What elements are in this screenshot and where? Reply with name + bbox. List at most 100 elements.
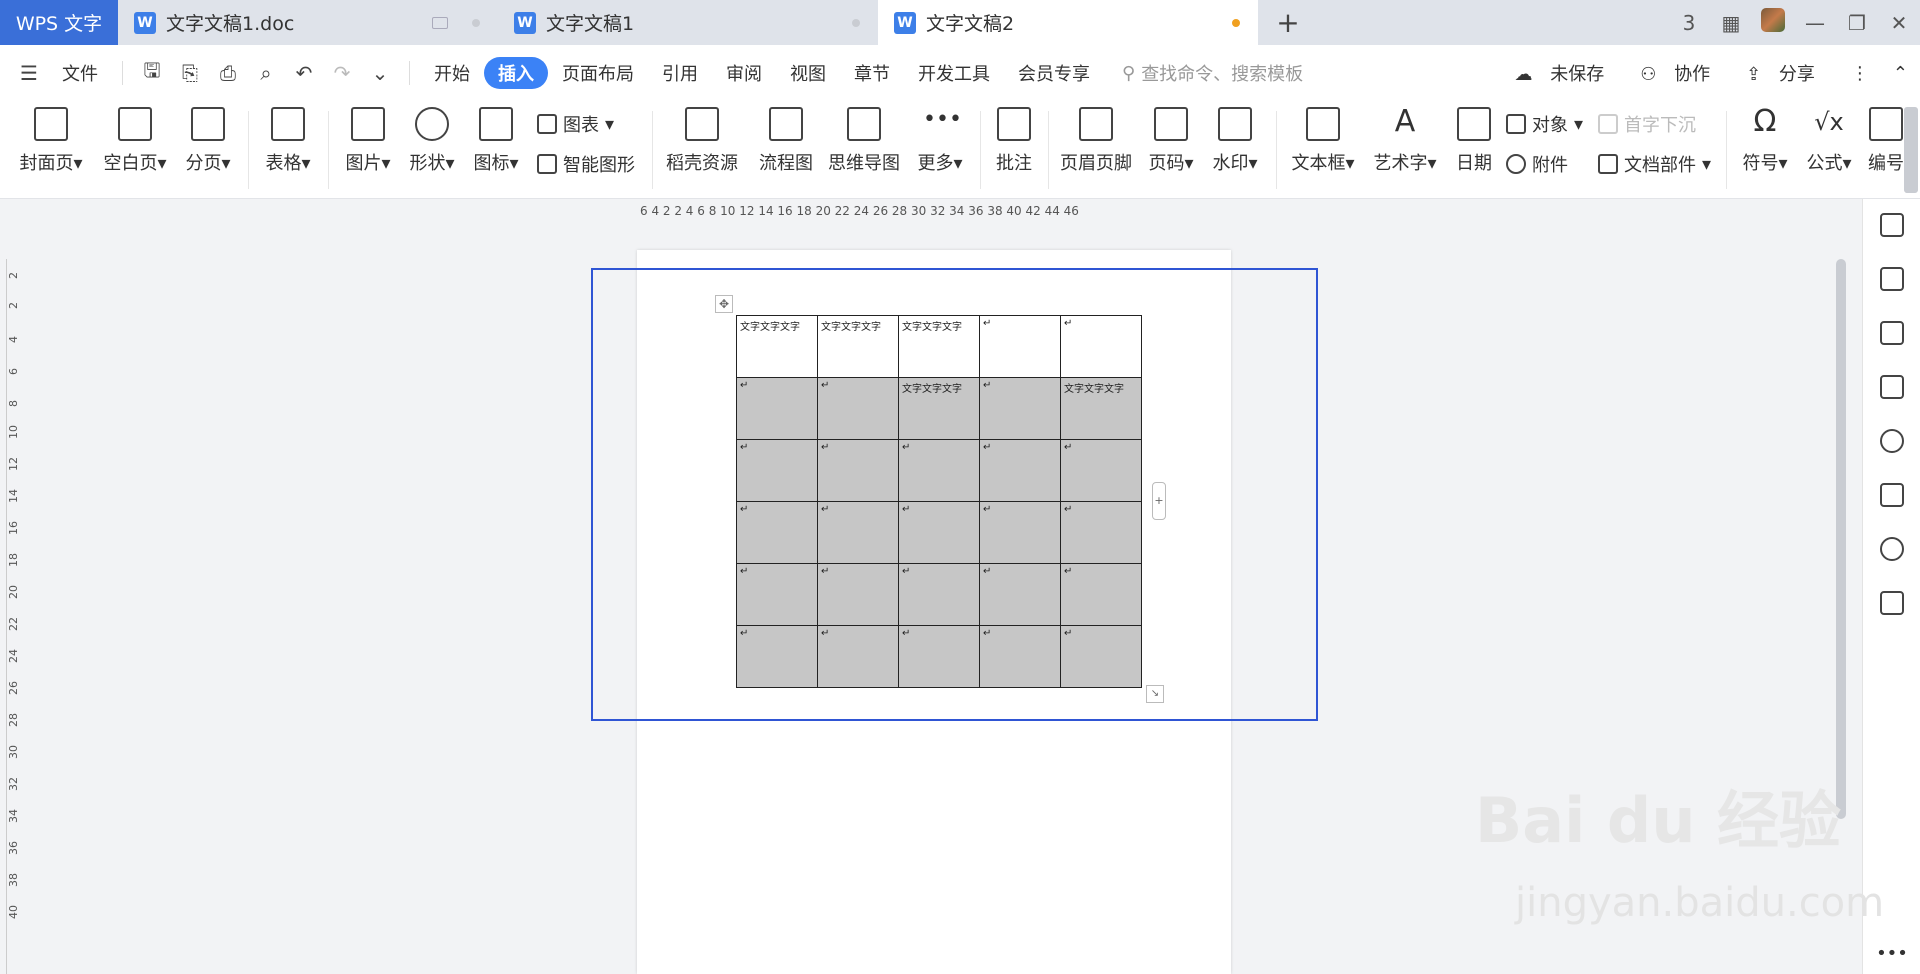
more-vertical-icon[interactable]: ⋮: [1839, 63, 1881, 84]
store-icon[interactable]: [1879, 483, 1904, 507]
hamburger-menu-icon[interactable]: ☰: [10, 61, 48, 85]
table-button[interactable]: 表格▾: [262, 107, 314, 175]
chart-button[interactable]: 图表 ▾: [537, 111, 614, 137]
right-side-panel: •••: [1862, 199, 1920, 974]
flowchart-button[interactable]: 流程图: [756, 107, 816, 175]
tab-doc1[interactable]: W 文字文稿1.doc: [118, 0, 498, 45]
picture-button[interactable]: 图片▾: [342, 107, 394, 175]
share-button[interactable]: ⇪ 分享: [1734, 60, 1839, 86]
cover-page-button[interactable]: 封面页▾: [16, 107, 86, 175]
menu-review[interactable]: 审阅: [712, 57, 776, 89]
menu-section[interactable]: 章节: [840, 57, 904, 89]
ribbon-label: 首字下沉: [1624, 115, 1696, 136]
scroll-thumb[interactable]: [1836, 259, 1846, 819]
menu-developer[interactable]: 开发工具: [904, 57, 1004, 89]
menu-layout[interactable]: 页面布局: [548, 57, 648, 89]
tab-doc2[interactable]: W 文字文稿2: [878, 0, 1258, 45]
wordart-icon: A: [1394, 104, 1416, 139]
menu-references[interactable]: 引用: [648, 57, 712, 89]
ruler-tick: 26: [7, 681, 20, 695]
pen-icon[interactable]: [1879, 267, 1904, 291]
divider: [1726, 111, 1727, 189]
search-placeholder: 查找命令、搜索模板: [1141, 64, 1304, 85]
redo-icon[interactable]: ↷: [323, 61, 361, 85]
blank-page-button[interactable]: 空白页▾: [100, 107, 170, 175]
print-icon[interactable]: ⎙: [209, 61, 247, 85]
grid-apps-icon[interactable]: ▦: [1710, 11, 1752, 35]
icon-library-button[interactable]: 图标▾: [470, 107, 522, 175]
omega-icon: Ω: [1753, 104, 1777, 139]
collab-button[interactable]: ⚇ 协作: [1628, 60, 1734, 86]
sliders-icon[interactable]: [1879, 375, 1904, 399]
collapse-ribbon-icon[interactable]: ⌃: [1881, 63, 1920, 84]
command-search[interactable]: ⚲ 查找命令、搜索模板: [1122, 60, 1303, 86]
file-menu[interactable]: 文件: [48, 57, 112, 89]
book-search-icon[interactable]: [1879, 591, 1904, 615]
menu-view[interactable]: 视图: [776, 57, 840, 89]
more-icon[interactable]: •••: [1863, 943, 1920, 964]
formula-button[interactable]: √x 公式▾: [1802, 107, 1856, 175]
paperclip-icon: [1506, 154, 1526, 174]
bar-chart-icon: [537, 114, 557, 134]
help-icon[interactable]: [1879, 429, 1904, 453]
more-button[interactable]: ••• 更多▾: [912, 107, 968, 175]
save-icon[interactable]: 🖫: [133, 56, 171, 90]
ribbon-scroll[interactable]: [1904, 107, 1918, 193]
ruler-tick: 34: [7, 809, 20, 823]
wps-app-button[interactable]: WPS 文字: [0, 0, 118, 45]
menu-home[interactable]: 开始: [420, 57, 484, 89]
smartart-button[interactable]: 智能图形: [537, 151, 635, 177]
table-icon: [271, 107, 305, 141]
rocket-icon[interactable]: [1879, 213, 1904, 237]
ruler-tick: 32: [7, 777, 20, 791]
ruler-tick: 8: [7, 400, 20, 407]
baidu-watermark: Bai du 经验: [1475, 784, 1842, 857]
attachment-button[interactable]: 附件: [1506, 151, 1568, 177]
daoke-resources-button[interactable]: 稻壳资源: [664, 107, 740, 175]
tab-status-dot: [472, 18, 480, 27]
minimize-icon[interactable]: —: [1794, 11, 1836, 35]
undo-icon[interactable]: ↶: [285, 61, 323, 85]
new-tab-button[interactable]: +: [1258, 0, 1318, 45]
numbering-button[interactable]: 编号: [1866, 107, 1906, 175]
watermark-button[interactable]: 水印▾: [1208, 107, 1262, 175]
cloud-count-icon[interactable]: 3: [1668, 11, 1710, 35]
comment-button[interactable]: 批注: [992, 107, 1036, 175]
textbox-button[interactable]: 文本框▾: [1288, 107, 1358, 175]
cursor-select-icon[interactable]: [1879, 321, 1904, 345]
doc-parts-button[interactable]: 文档部件 ▾: [1598, 151, 1711, 177]
header-footer-button[interactable]: 页眉页脚: [1058, 107, 1134, 175]
ribbon-label: 图标: [473, 153, 510, 174]
close-icon[interactable]: ✕: [1878, 11, 1920, 35]
store-icon: [685, 107, 719, 141]
tab-label: 文字文稿1: [546, 13, 635, 35]
restore-icon[interactable]: ❐: [1836, 11, 1878, 35]
wordart-button[interactable]: A 艺术字▾: [1370, 107, 1440, 175]
insert-ribbon: 封面页▾ 空白页▾ 分页▾ 表格▾ 图片▾ 形状▾ 图标▾ 图表 ▾ 智能图形 稻…: [0, 101, 1920, 199]
avatar[interactable]: [1752, 8, 1794, 37]
vertical-ruler[interactable]: 2 2 4 6 8 10 12 14 16 18 20 22 24 26 28 …: [6, 259, 20, 974]
horizontal-ruler[interactable]: 6 4 2 2 4 6 8 10 12 14 16 18 20 22 24 26…: [640, 204, 1079, 224]
date-button[interactable]: 日期: [1452, 107, 1496, 175]
menu-insert[interactable]: 插入: [484, 57, 548, 89]
ribbon-label: 页码: [1148, 153, 1185, 174]
ruler-tick: 22: [7, 617, 20, 631]
tab-label: 文字文稿2: [926, 13, 1015, 35]
mindmap-button[interactable]: 思维导图: [826, 107, 902, 175]
doc-parts-icon: [1598, 154, 1618, 174]
ribbon-label: 表格: [265, 153, 302, 174]
page-number-button[interactable]: 页码▾: [1144, 107, 1198, 175]
tab-doc1b[interactable]: W 文字文稿1: [498, 0, 878, 45]
menu-member[interactable]: 会员专享: [1004, 57, 1104, 89]
object-button[interactable]: 对象 ▾: [1506, 111, 1583, 137]
unsaved-cloud-button[interactable]: ☁ 未保存: [1503, 60, 1629, 86]
symbol-button[interactable]: Ω 符号▾: [1738, 107, 1792, 175]
calendar-icon: [1457, 107, 1491, 141]
lightning-icon[interactable]: [1879, 537, 1904, 561]
dropcap-button[interactable]: 首字下沉: [1598, 111, 1696, 137]
shape-button[interactable]: 形状▾: [406, 107, 458, 175]
export-pdf-icon[interactable]: ⎘: [171, 61, 209, 85]
print-preview-icon[interactable]: ⌕: [247, 61, 285, 85]
page-break-button[interactable]: 分页▾: [180, 107, 236, 175]
quick-access-more-icon[interactable]: ⌄: [361, 61, 399, 85]
